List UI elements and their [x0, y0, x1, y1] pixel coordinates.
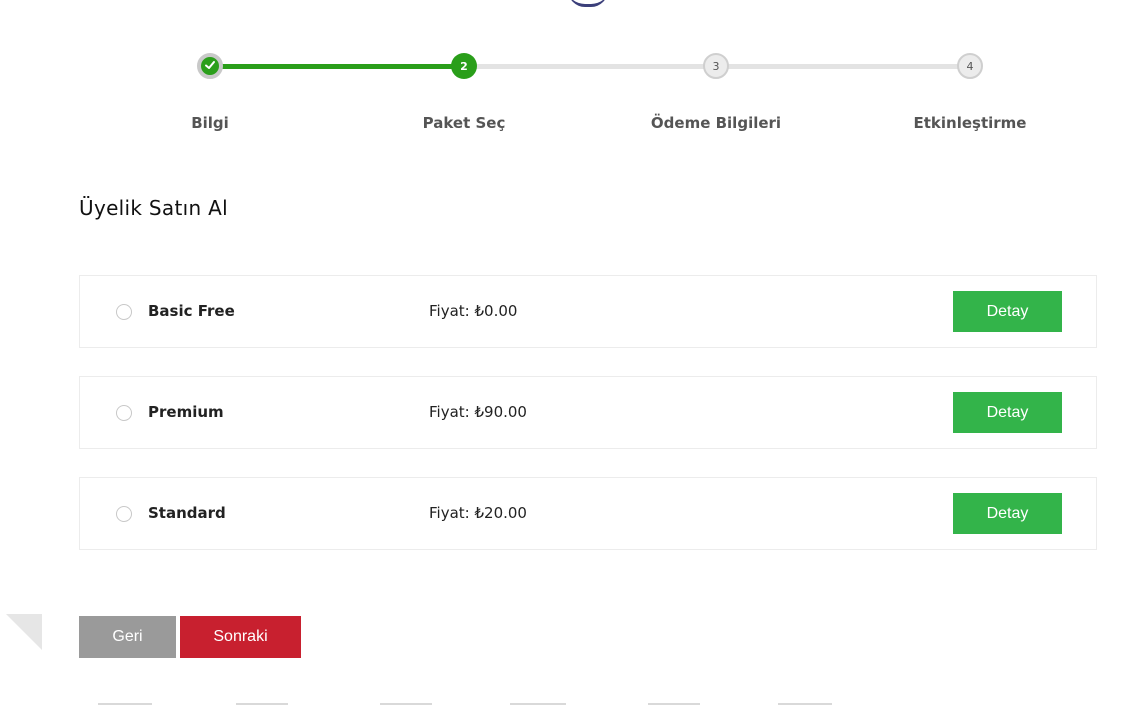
step-3-label: Ödeme Bilgileri [650, 114, 782, 132]
detail-button[interactable]: Detay [953, 392, 1062, 433]
progress-track-complete [211, 64, 464, 69]
package-name: Standard [148, 504, 226, 522]
step-3-circle: 3 [703, 53, 729, 79]
package-name: Premium [148, 403, 224, 421]
check-icon [204, 59, 216, 74]
package-price: Fiyat: ₺90.00 [429, 403, 527, 421]
package-row-premium[interactable]: Premium Fiyat: ₺90.00 Detay [79, 376, 1097, 449]
back-button[interactable]: Geri [79, 616, 176, 658]
package-price: Fiyat: ₺20.00 [429, 504, 527, 522]
package-row-basic-free[interactable]: Basic Free Fiyat: ₺0.00 Detay [79, 275, 1097, 348]
step-4-circle: 4 [957, 53, 983, 79]
detail-button[interactable]: Detay [953, 493, 1062, 534]
step-2-label: Paket Seç [422, 114, 506, 132]
step-2-number: 2 [460, 59, 468, 73]
step-1-label: Bilgi [191, 114, 229, 132]
membership-purchase-page: 2 3 4 Bilgi Paket Seç Ödeme Bilgileri Et… [0, 0, 1138, 705]
page-title: Üyelik Satın Al [79, 196, 228, 220]
package-row-standard[interactable]: Standard Fiyat: ₺20.00 Detay [79, 477, 1097, 550]
package-price: Fiyat: ₺0.00 [429, 302, 518, 320]
step-4-number: 4 [966, 59, 974, 73]
package-radio[interactable] [116, 405, 132, 421]
progress-stepper: 2 3 4 Bilgi Paket Seç Ödeme Bilgileri Et… [0, 0, 1138, 150]
package-radio[interactable] [116, 304, 132, 320]
detail-button[interactable]: Detay [953, 291, 1062, 332]
step-1-circle [197, 53, 223, 79]
step-4-label: Etkinleştirme [913, 114, 1027, 132]
package-radio[interactable] [116, 506, 132, 522]
step-2-circle: 2 [451, 53, 477, 79]
next-button[interactable]: Sonraki [180, 616, 301, 658]
package-name: Basic Free [148, 302, 235, 320]
decorative-corner [6, 614, 42, 650]
step-3-number: 3 [712, 59, 720, 73]
